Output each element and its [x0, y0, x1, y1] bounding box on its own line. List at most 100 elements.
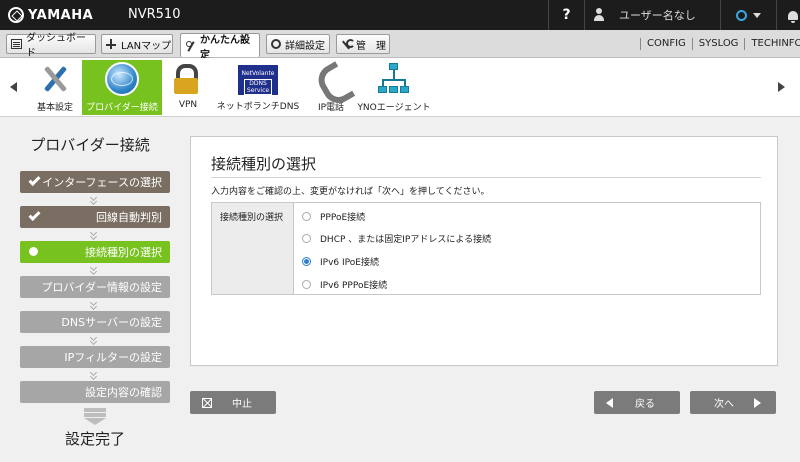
ip-phone-item[interactable]: IP電話: [308, 60, 354, 115]
lan-map-label: LANマップ: [121, 40, 172, 52]
dashboard-icon: [11, 39, 22, 49]
radio-button[interactable]: [302, 211, 311, 221]
yno-agent-item[interactable]: YNOエージェント: [357, 60, 431, 115]
advanced-settings-button[interactable]: 詳細設定: [266, 34, 330, 54]
top-right-controls: ? ユーザー名なし: [548, 0, 800, 30]
step-connection-type: 接続種別の選択: [20, 241, 170, 263]
option-ipv6-pppoe[interactable]: IPv6 PPPoE接続: [302, 277, 387, 291]
basic-settings-item[interactable]: 基本設定: [30, 60, 80, 115]
cancel-label: 中止: [232, 399, 252, 410]
user-menu[interactable]: ユーザー名なし: [584, 0, 720, 30]
top-bar: YAMAHA NVR510 ? ユーザー名なし: [0, 0, 800, 30]
bell-icon: [787, 10, 798, 23]
netvolante-dns-label: ネットボランチDNS: [216, 102, 300, 112]
lock-icon: [171, 62, 205, 96]
connection-type-field: 接続種別の選択 PPPoE接続 DHCP 、または固定IPアドレスによる接続 I…: [211, 202, 761, 295]
status-dropdown[interactable]: [720, 0, 776, 30]
step-line-auto-detect: 回線自動判別: [20, 206, 170, 228]
option-dhcp-static[interactable]: DHCP 、または固定IPアドレスによる接続: [302, 231, 491, 245]
chevron-down-icon: [90, 336, 98, 344]
option-label: PPPoE接続: [320, 212, 366, 223]
ddns-icon: NetVolante DDNS Service: [238, 65, 278, 95]
wizard-final-step: 設定完了: [64, 430, 125, 448]
network-icon: [377, 62, 411, 96]
dashboard-label: ダッシュボード: [26, 33, 86, 59]
next-label: 次へ: [714, 399, 734, 410]
option-label: IPv6 PPPoE接続: [320, 280, 388, 291]
option-ipv6-ipoe[interactable]: IPv6 IPoE接続: [302, 254, 379, 268]
chevron-down-icon: [90, 266, 98, 274]
step-label: インターフェースの選択: [42, 176, 162, 189]
yno-agent-label: YNOエージェント: [357, 103, 431, 113]
ddns-badge-line1: NetVolante: [241, 70, 275, 77]
config-link[interactable]: CONFIG: [640, 37, 692, 50]
dashboard-button[interactable]: ダッシュボード: [6, 33, 96, 59]
vpn-label: VPN: [178, 100, 198, 110]
ddns-badge-box: DDNS Service: [243, 79, 273, 95]
radio-button[interactable]: [302, 279, 311, 289]
vpn-item[interactable]: VPN: [168, 60, 208, 115]
easy-setup-label: かんたん設定: [200, 34, 250, 61]
wizard-steps-panel: プロバイダー接続 インターフェースの選択 回線自動判別 接続種別の選択 プロバイ…: [0, 118, 180, 462]
scroll-right-arrow-icon[interactable]: [778, 82, 785, 92]
cancel-button[interactable]: 中止: [190, 391, 276, 414]
status-ring-icon: [736, 9, 747, 21]
management-label: 管 理: [356, 40, 386, 52]
step-label: 回線自動判別: [96, 211, 162, 224]
back-button[interactable]: 戻る: [594, 391, 680, 414]
netvolante-dns-item[interactable]: NetVolante DDNS Service ネットボランチDNS: [214, 60, 302, 115]
panel-description: 入力内容をご確認の上、変更がなければ「次へ」を押してください。: [211, 187, 490, 197]
category-icon-bar: 基本設定 プロバイダー接続 VPN NetVolante DDNS Servic…: [0, 58, 800, 117]
ddns-badge-line2: DDNS: [249, 80, 267, 87]
techinfo-link[interactable]: TECHINFO: [744, 37, 800, 50]
chevron-down-icon: [90, 231, 98, 239]
chevron-down-icon: [90, 371, 98, 379]
panel-title: 接続種別の選択: [211, 155, 317, 173]
brand-name: YAMAHA: [28, 7, 94, 23]
user-icon: [593, 8, 605, 22]
yamaha-emblem-icon: [8, 7, 24, 23]
step-confirm: 設定内容の確認: [20, 381, 170, 403]
step-dns-server: DNSサーバーの設定: [20, 311, 170, 333]
ddns-badge-line3: Service: [246, 87, 270, 94]
radio-button[interactable]: [302, 233, 311, 243]
syslog-link[interactable]: SYSLOG: [691, 37, 745, 50]
easy-setup-tab[interactable]: かんたん設定: [180, 33, 260, 61]
option-label: DHCP 、または固定IPアドレスによる接続: [320, 234, 492, 245]
lan-map-button[interactable]: LANマップ: [101, 34, 173, 54]
step-label: IPフィルターの設定: [64, 351, 162, 364]
chevron-down-icon: [90, 196, 98, 204]
next-button[interactable]: 次へ: [690, 391, 776, 414]
lan-map-icon: [106, 39, 117, 49]
phone-icon: [314, 62, 348, 96]
back-label: 戻る: [635, 399, 655, 410]
checkmark-icon: [28, 173, 41, 187]
wizard-title: プロバイダー接続: [30, 136, 150, 154]
current-step-dot-icon: [29, 247, 38, 256]
option-pppoe[interactable]: PPPoE接続: [302, 209, 365, 223]
step-label: DNSサーバーの設定: [61, 316, 162, 329]
step-label: プロバイダー情報の設定: [41, 281, 162, 294]
utility-links: CONFIG SYSLOG TECHINFO: [640, 30, 800, 57]
option-label: IPv6 IPoE接続: [320, 257, 379, 268]
step-interface-select: インターフェースの選択: [20, 171, 170, 193]
tools-icon: [38, 62, 72, 96]
management-button[interactable]: 管 理: [336, 34, 390, 54]
gear-icon: [271, 39, 281, 49]
provider-connection-label: プロバイダー接続: [86, 103, 158, 113]
scroll-left-arrow-icon[interactable]: [10, 82, 17, 92]
step-label: 接続種別の選択: [85, 246, 162, 259]
help-button[interactable]: ?: [548, 0, 584, 30]
advanced-settings-label: 詳細設定: [285, 40, 325, 52]
title-divider: [211, 177, 761, 178]
provider-connection-item[interactable]: プロバイダー接続: [82, 60, 162, 115]
basic-settings-label: 基本設定: [36, 103, 73, 113]
step-provider-info: プロバイダー情報の設定: [20, 276, 170, 298]
step-ip-filter: IPフィルターの設定: [20, 346, 170, 368]
connection-type-panel: 接続種別の選択 入力内容をご確認の上、変更がなければ「次へ」を押してください。 …: [190, 136, 778, 366]
globe-icon: [105, 62, 139, 96]
radio-button-selected[interactable]: [302, 256, 311, 266]
yamaha-logo: YAMAHA: [8, 6, 93, 24]
notification-button[interactable]: [776, 0, 800, 30]
user-name: ユーザー名なし: [619, 9, 696, 22]
